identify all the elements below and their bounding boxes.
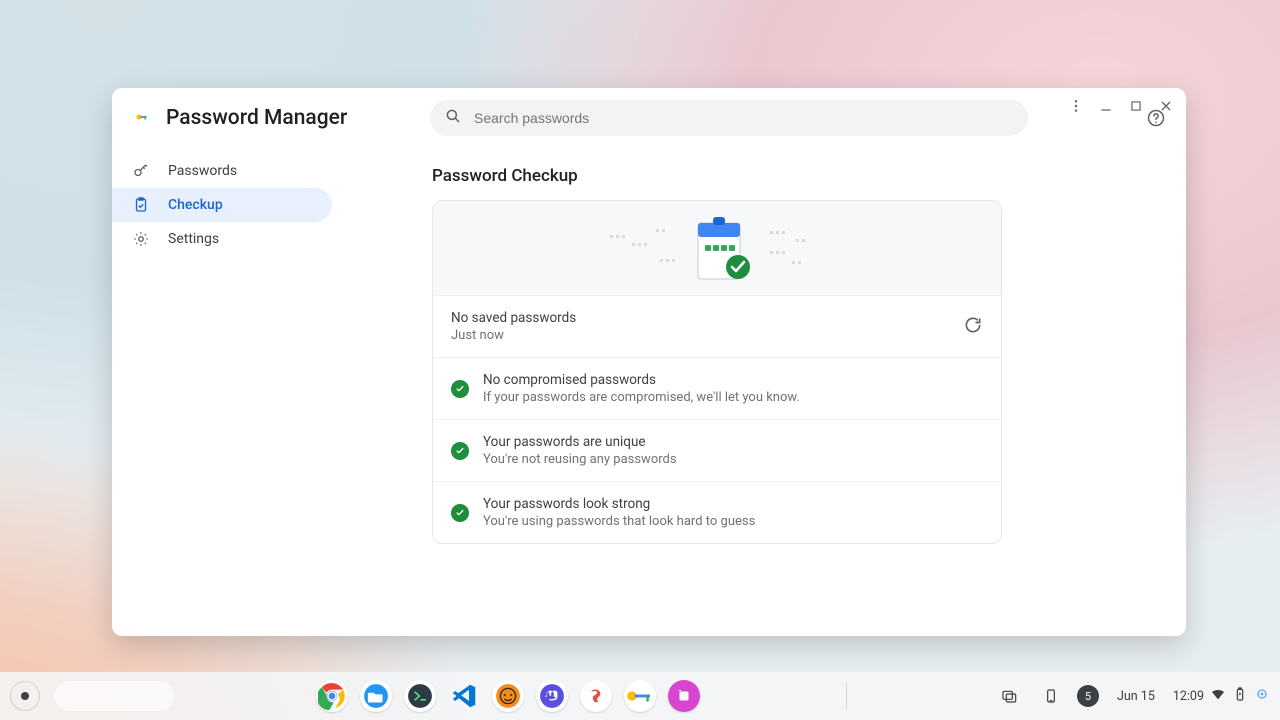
sidebar-item-checkup[interactable]: Checkup xyxy=(112,188,332,222)
launcher-button[interactable] xyxy=(10,681,40,711)
search-input[interactable] xyxy=(472,109,1014,127)
search-icon xyxy=(444,107,462,129)
check-row-sub: You're using passwords that look hard to… xyxy=(483,514,755,529)
password-manager-window: Password Manager Passwords Chec xyxy=(112,88,1186,636)
checkup-illustration xyxy=(433,201,1001,295)
refresh-button[interactable] xyxy=(963,315,983,339)
status-title: No saved passwords xyxy=(451,310,576,326)
checkup-card: No saved passwords Just now No compromis… xyxy=(432,200,1002,544)
tray-phone-hub-icon[interactable] xyxy=(1035,682,1067,710)
shelf: 5 Jun 15 12:09 xyxy=(0,672,1280,720)
more-vert-icon[interactable] xyxy=(1068,98,1084,114)
check-row-title: Your passwords are unique xyxy=(483,434,677,450)
check-ok-icon xyxy=(451,442,469,460)
shelf-apps xyxy=(316,680,700,712)
check-row-unique: Your passwords are unique You're not reu… xyxy=(433,419,1001,481)
window-controls xyxy=(1068,98,1174,114)
sidebar: Passwords Checkup Settings xyxy=(112,148,432,636)
tray-notification-badge[interactable]: 5 xyxy=(1077,685,1099,707)
gear-icon xyxy=(132,230,150,248)
battery-icon xyxy=(1232,686,1248,706)
check-row-compromised: No compromised passwords If your passwor… xyxy=(433,357,1001,419)
check-row-sub: If your passwords are compromised, we'll… xyxy=(483,390,800,405)
check-ok-icon xyxy=(451,380,469,398)
app-chrome[interactable] xyxy=(316,680,348,712)
app-password-manager[interactable] xyxy=(624,680,656,712)
header: Password Manager xyxy=(112,88,1186,148)
app-superlist[interactable] xyxy=(580,680,612,712)
sidebar-item-label: Checkup xyxy=(168,197,223,213)
app-mastodon[interactable] xyxy=(536,680,568,712)
key-icon xyxy=(132,162,150,180)
status-row: No saved passwords Just now xyxy=(433,295,1001,357)
password-manager-logo-icon xyxy=(132,108,152,128)
search-field[interactable] xyxy=(430,100,1028,136)
maximize-button[interactable] xyxy=(1128,98,1144,114)
tray-overview-icon[interactable] xyxy=(993,682,1025,710)
brand: Password Manager xyxy=(132,106,412,130)
system-tray: 5 Jun 15 12:09 xyxy=(993,682,1270,710)
wifi-icon xyxy=(1210,686,1226,706)
content: Password Checkup xyxy=(432,148,1186,636)
app-vscode[interactable] xyxy=(448,680,480,712)
check-ok-icon xyxy=(451,504,469,522)
status-subtitle: Just now xyxy=(451,328,576,343)
app-terminal[interactable] xyxy=(404,680,436,712)
clipboard-icon xyxy=(132,196,150,214)
app-screenshot[interactable] xyxy=(668,680,700,712)
shelf-separator xyxy=(846,683,847,709)
sidebar-item-passwords[interactable]: Passwords xyxy=(112,154,332,188)
shelf-search-pill[interactable] xyxy=(54,681,174,711)
close-button[interactable] xyxy=(1158,98,1174,114)
app-files[interactable] xyxy=(360,680,392,712)
sidebar-item-label: Settings xyxy=(168,231,219,247)
page-title: Password Checkup xyxy=(432,166,1156,186)
check-row-title: Your passwords look strong xyxy=(483,496,755,512)
tray-extra-icon xyxy=(1254,686,1270,706)
check-row-title: No compromised passwords xyxy=(483,372,800,388)
app-lutris[interactable] xyxy=(492,680,524,712)
app-title: Password Manager xyxy=(166,106,347,130)
status-area[interactable]: 12:09 xyxy=(1173,686,1270,706)
check-row-sub: You're not reusing any passwords xyxy=(483,452,677,467)
check-row-strong: Your passwords look strong You're using … xyxy=(433,481,1001,543)
sidebar-item-label: Passwords xyxy=(168,163,237,179)
tray-time: 12:09 xyxy=(1173,689,1204,704)
tray-date[interactable]: Jun 15 xyxy=(1109,682,1163,710)
minimize-button[interactable] xyxy=(1098,98,1114,114)
sidebar-item-settings[interactable]: Settings xyxy=(112,222,332,256)
